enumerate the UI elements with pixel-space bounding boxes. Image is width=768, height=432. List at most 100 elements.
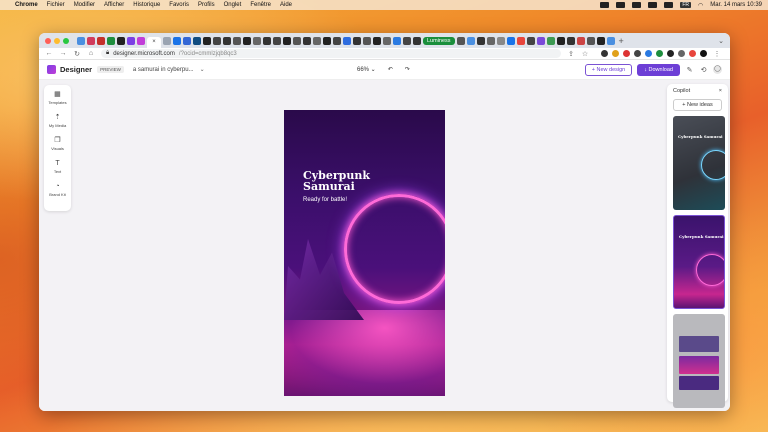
tab-favicon[interactable] — [253, 36, 261, 45]
redo-icon[interactable]: ↷ — [405, 66, 410, 73]
menu-profils[interactable]: Profils — [198, 2, 215, 8]
tab-search-chevron-icon[interactable]: ⌄ — [718, 37, 724, 45]
tab-favicon[interactable] — [313, 36, 321, 45]
tab-favicon[interactable] — [393, 36, 401, 45]
menu-fenetre[interactable]: Fenêtre — [250, 2, 271, 8]
menu-historique[interactable]: Historique — [133, 2, 160, 8]
extension-icon[interactable] — [634, 50, 641, 57]
bookmark-star-icon[interactable]: ☆ — [581, 50, 589, 58]
download-button[interactable]: ↓ Download — [637, 63, 680, 76]
more-options-icon[interactable]: ⋮ — [713, 50, 721, 58]
extension-icon[interactable] — [601, 50, 608, 57]
tab-favicon[interactable] — [323, 36, 331, 45]
rail-item-brand-kit[interactable]: ◔ Brand Kit — [49, 183, 65, 197]
zoom-level[interactable]: 66% ⌄ — [357, 66, 376, 73]
menu-fichier[interactable]: Fichier — [47, 2, 65, 8]
tab-favicon[interactable] — [163, 36, 171, 45]
rail-item-my-media[interactable]: ⇡ My Media — [49, 114, 66, 128]
tab-favicon[interactable] — [413, 36, 421, 45]
home-icon[interactable]: ⌂ — [87, 50, 95, 57]
user-avatar[interactable]: ◯ — [713, 65, 722, 74]
url-input[interactable]: 🔒︎ designer.microsoft.com/?ocid=cmmlzjqb… — [101, 49, 561, 58]
tab-favicon[interactable] — [243, 36, 251, 45]
tab-favicon[interactable] — [203, 36, 211, 45]
tab-favicon[interactable] — [476, 36, 485, 45]
share-design-icon[interactable]: ✎ — [685, 66, 694, 74]
tab-favicon[interactable] — [403, 36, 411, 45]
extension-icon[interactable] — [678, 50, 685, 57]
new-tab-button[interactable]: + — [619, 36, 624, 46]
menubar-app-name[interactable]: Chrome — [15, 2, 38, 8]
tab-favicon[interactable] — [526, 36, 535, 45]
tab-favicon[interactable] — [536, 36, 545, 45]
extension-icon[interactable] — [667, 50, 674, 57]
status-icon[interactable] — [600, 2, 610, 8]
extension-icon[interactable] — [656, 50, 663, 57]
tab-favicon[interactable] — [516, 36, 525, 45]
tab-favicon[interactable] — [303, 36, 311, 45]
status-icon[interactable] — [664, 2, 674, 8]
extension-icon[interactable] — [612, 50, 619, 57]
tab-favicon[interactable] — [586, 36, 595, 45]
menu-aide[interactable]: Aide — [280, 2, 292, 8]
status-icon[interactable] — [648, 2, 658, 8]
copilot-toggle-icon[interactable]: ⟲ — [699, 66, 708, 74]
design-canvas[interactable]: Cyberpunk Samurai Ready for battle! — [284, 110, 445, 396]
reload-icon[interactable]: ↻ — [73, 50, 81, 58]
input-source-icon[interactable]: FR — [680, 2, 692, 8]
tab-active[interactable]: × — [147, 37, 161, 48]
chevron-down-icon[interactable]: ⌄ — [200, 66, 205, 73]
forward-arrow-icon[interactable]: → — [59, 50, 67, 57]
status-icon[interactable] — [616, 2, 626, 8]
wifi-icon[interactable]: ◠ — [698, 2, 703, 9]
extension-icon[interactable] — [623, 50, 630, 57]
tab-favicon[interactable] — [193, 36, 201, 45]
rail-item-templates[interactable]: ▦ Templates — [48, 91, 66, 105]
document-title[interactable]: a samurai in cyberpu... — [133, 67, 194, 73]
tab-favicon[interactable] — [466, 36, 475, 45]
status-icon[interactable] — [632, 2, 642, 8]
tab-favicon[interactable] — [213, 36, 221, 45]
share-icon[interactable]: ⇪ — [567, 50, 575, 58]
tab-favicon[interactable] — [183, 36, 191, 45]
menu-favoris[interactable]: Favoris — [169, 2, 189, 8]
tab-favicon[interactable] — [566, 36, 575, 45]
menu-modifier[interactable]: Modifier — [74, 2, 95, 8]
tab-favicon[interactable] — [263, 36, 271, 45]
profile-avatar-icon[interactable] — [700, 50, 707, 57]
tab-luminess[interactable]: Luminess — [423, 36, 455, 45]
canvas-subtitle-text[interactable]: Ready for battle! — [303, 197, 347, 203]
tab-favicon[interactable] — [97, 36, 105, 45]
menubar-clock[interactable]: Mar. 14 mars 10:39 — [710, 2, 762, 8]
tab-favicon[interactable] — [137, 36, 145, 45]
tab-favicon[interactable] — [486, 36, 495, 45]
lock-icon[interactable]: 🔒︎ — [106, 50, 109, 57]
close-icon[interactable]: × — [719, 88, 722, 94]
tab-favicon[interactable] — [233, 36, 241, 45]
tab-favicon[interactable] — [283, 36, 291, 45]
undo-icon[interactable]: ↶ — [388, 66, 393, 73]
tab-favicon[interactable] — [596, 36, 605, 45]
tab-favicon[interactable] — [293, 36, 301, 45]
tab-favicon[interactable] — [383, 36, 391, 45]
tab-favicon[interactable] — [576, 36, 585, 45]
back-arrow-icon[interactable]: ← — [45, 50, 53, 57]
tab-favicon[interactable] — [546, 36, 555, 45]
rail-item-visuals[interactable]: ❐ Visuals — [51, 137, 64, 151]
tab-favicon[interactable] — [363, 36, 371, 45]
new-ideas-button[interactable]: + New ideas — [673, 99, 722, 111]
rail-item-text[interactable]: T Text — [54, 160, 61, 174]
tab-favicon[interactable] — [496, 36, 505, 45]
new-design-button[interactable]: + New design — [584, 63, 633, 76]
tab-favicon[interactable] — [333, 36, 341, 45]
tab-favicon[interactable] — [373, 36, 381, 45]
extension-icon[interactable] — [645, 50, 652, 57]
zoom-window-button[interactable] — [63, 37, 69, 44]
tab-favicon[interactable] — [127, 36, 135, 45]
tab-favicon[interactable] — [223, 36, 231, 45]
menu-onglet[interactable]: Onglet — [224, 2, 242, 8]
tab-favicon[interactable] — [353, 36, 361, 45]
tab-favicon[interactable] — [87, 36, 95, 45]
tab-favicon[interactable] — [173, 36, 181, 45]
tab-favicon[interactable] — [456, 36, 465, 45]
